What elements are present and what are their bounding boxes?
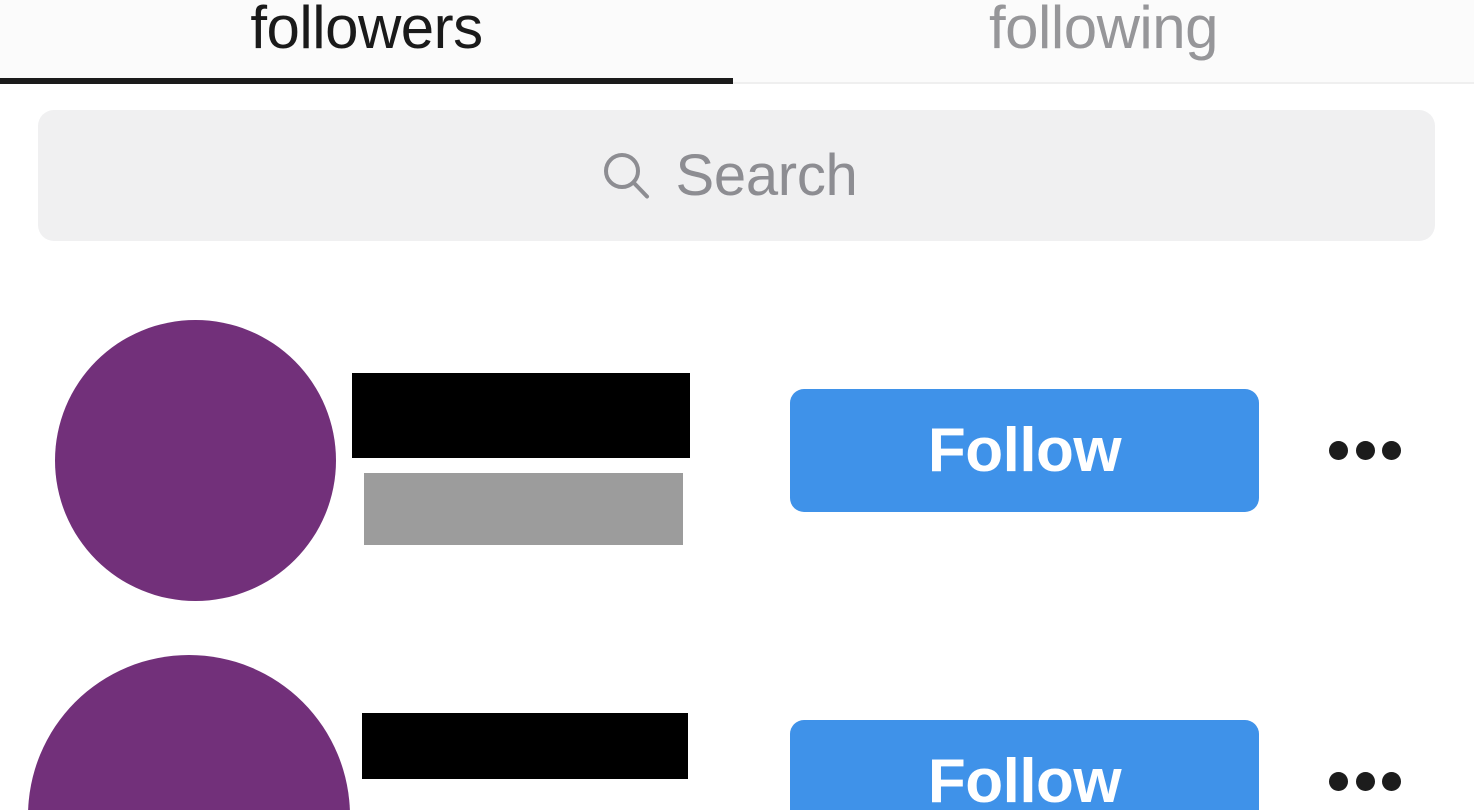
more-dot-icon: [1355, 440, 1375, 460]
more-dot-icon: [1355, 771, 1375, 791]
more-options-button[interactable]: [1329, 439, 1401, 461]
search-icon: [603, 152, 649, 198]
table-row: Follow: [0, 640, 1474, 810]
avatar[interactable]: [28, 655, 350, 810]
follow-button[interactable]: Follow: [790, 720, 1259, 810]
tab-followers[interactable]: followers: [0, 0, 733, 84]
search-bar[interactable]: Search: [38, 110, 1435, 241]
username-redacted: [352, 373, 690, 458]
search-input[interactable]: Search: [676, 146, 858, 205]
more-options-button[interactable]: [1329, 770, 1401, 792]
tab-followers-label: followers: [250, 0, 483, 61]
table-row: Follow: [0, 300, 1474, 630]
follow-button[interactable]: Follow: [790, 389, 1259, 512]
username-redacted: [362, 713, 688, 779]
search-bar-content: Search: [600, 146, 858, 205]
tab-bar-divider: [733, 82, 1474, 84]
fullname-redacted: [364, 473, 683, 545]
follow-button-label: Follow: [927, 415, 1122, 485]
more-dot-icon: [1329, 771, 1348, 791]
tab-bar: followers following: [0, 0, 1474, 84]
more-dot-icon: [1329, 440, 1348, 460]
active-tab-indicator: [0, 78, 733, 84]
tab-following-label: following: [989, 0, 1218, 61]
follow-button-label: Follow: [927, 746, 1122, 810]
more-dot-icon: [1382, 771, 1401, 791]
followers-list-screen: followers following Search Follow Follow: [0, 0, 1474, 810]
more-dot-icon: [1382, 440, 1401, 460]
avatar[interactable]: [55, 320, 336, 601]
tab-following[interactable]: following: [733, 0, 1474, 84]
